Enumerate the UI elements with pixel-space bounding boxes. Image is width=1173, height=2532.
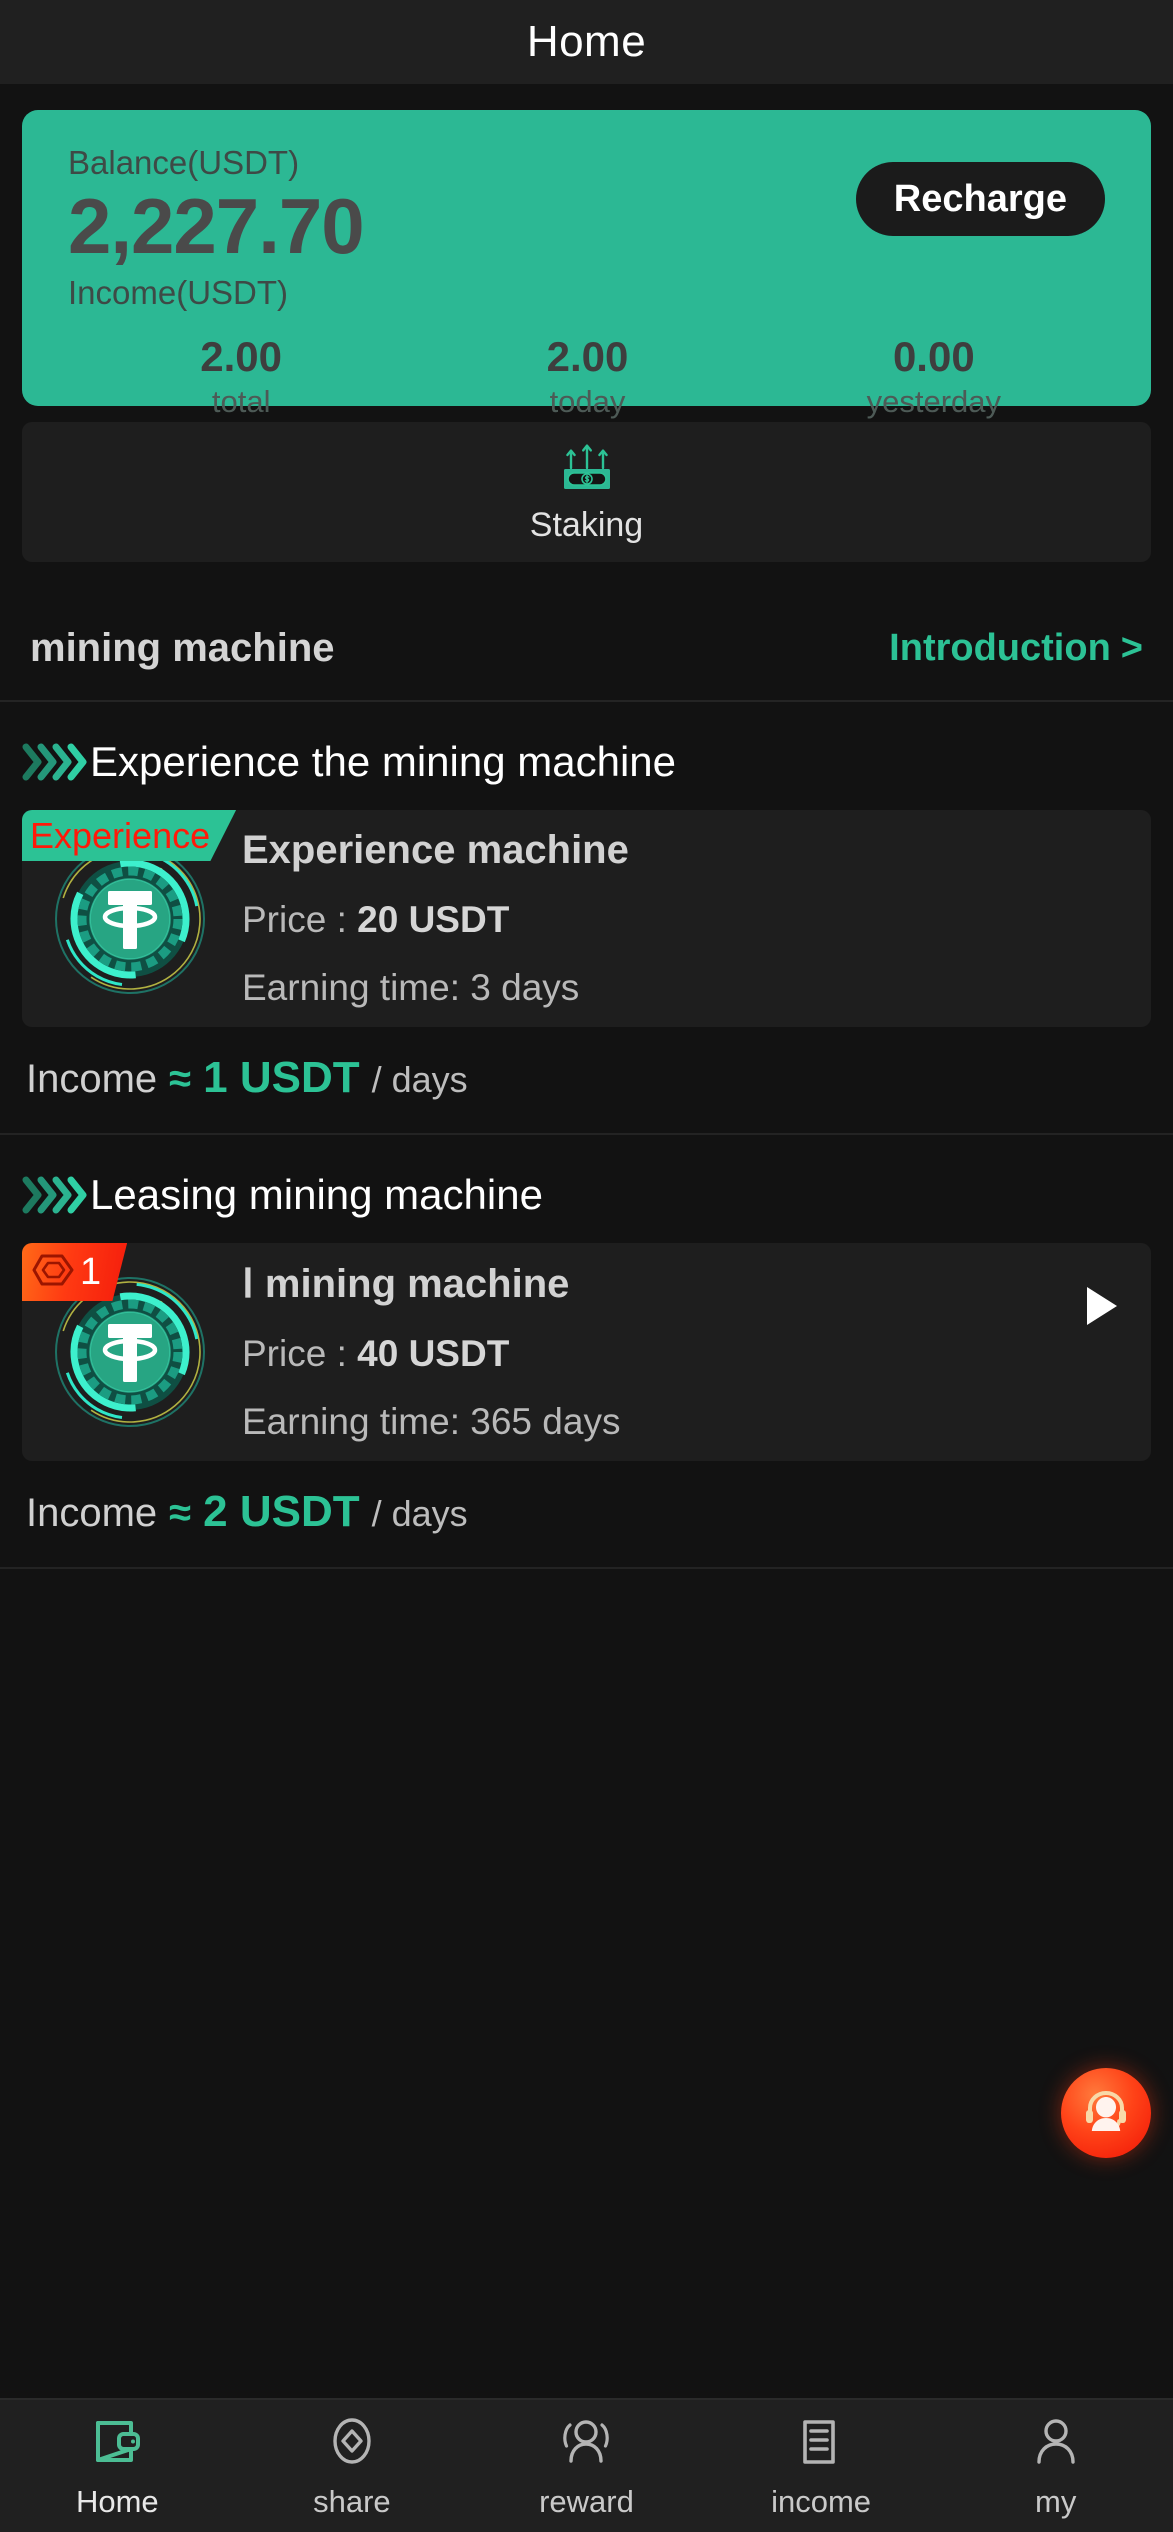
nav-item-reward[interactable]: reward (469, 2413, 704, 2520)
machine-info: Experience machine Price : 20 USDT Earni… (232, 828, 1131, 1009)
price-value: 20 USDT (357, 899, 510, 940)
income-estimate-experience: Income ≈ 1 USDT / days (0, 1027, 1173, 1133)
balance-card: Balance(USDT) 2,227.70 Income(USDT) Rech… (22, 110, 1151, 419)
income-stat-today: 2.00 today (414, 332, 760, 420)
price-label: Price : (242, 1333, 347, 1374)
price-value: 40 USDT (357, 1333, 510, 1374)
earning-time-value: 365 (470, 1401, 533, 1442)
mining-machine-section-header: mining machine Introduction > (0, 596, 1173, 702)
income-estimate-leasing: Income ≈ 2 USDT / days (0, 1461, 1173, 1567)
income-stat-label: yesterday (866, 384, 1002, 420)
page-title: Home (526, 17, 647, 66)
machine-earning-time: Earning time: 3 days (242, 967, 1131, 1009)
machine-info: Ⅰ mining machine Price : 40 USDT Earning… (232, 1261, 1131, 1443)
nav-item-share[interactable]: share (235, 2413, 470, 2520)
machine-title-text: Experience machine (242, 828, 629, 872)
income-suffix: / days (371, 1493, 468, 1534)
money-arrows-icon (560, 440, 614, 492)
income-value: 1 USDT (203, 1053, 360, 1102)
leasing-group: Leasing mining machine 1 Ⅰ mining machin… (0, 1135, 1173, 1569)
machine-price: Price : 20 USDT (242, 899, 1131, 941)
income-suffix: / days (371, 1059, 468, 1100)
diamond-icon (323, 2413, 381, 2476)
machine-card-leasing[interactable]: 1 Ⅰ mining machine Price: 40 USDT Earni… (22, 1243, 1151, 1461)
income-label: Income(USDT) (68, 273, 289, 311)
income-stat-value: 2.00 (200, 332, 283, 380)
list-icon (792, 2413, 850, 2476)
machine-earning-time: Earning time: 365 days (242, 1401, 1131, 1443)
recharge-button[interactable]: Recharge (855, 162, 1105, 236)
staking-section: Staking (0, 406, 1173, 562)
chevrons-icon (22, 739, 88, 785)
earning-time-unit: days (542, 1401, 621, 1442)
nav-item-my[interactable]: my (938, 2413, 1173, 2520)
group-title-text: Experience the mining machine (90, 738, 676, 785)
nav-item-income[interactable]: income (704, 2413, 939, 2520)
headset-agent-icon (1078, 2083, 1134, 2144)
app-header: Home (0, 0, 1173, 84)
machine-title-text: Ⅰ mining machine (242, 1262, 570, 1306)
person-icon (1027, 2413, 1085, 2476)
earning-time-unit: days (501, 967, 580, 1008)
earning-time-value: 3 (470, 967, 491, 1008)
customer-support-button[interactable] (1061, 2068, 1151, 2158)
experience-group: Experience the mining machine Experience (0, 702, 1173, 1135)
group-title: Leasing mining machine (0, 1171, 1173, 1219)
group-title: Experience the mining machine (0, 738, 1173, 786)
earning-time-label: Earning time: (242, 1401, 460, 1442)
chevrons-icon (22, 1172, 88, 1218)
bottom-navigation: Home share reward income my (0, 2398, 1173, 2532)
earning-time-label: Earning time: (242, 967, 460, 1008)
income-prefix: Income (26, 1491, 158, 1535)
chevron-right-icon: > (1120, 626, 1143, 669)
income-stat-label: total (211, 384, 271, 420)
group-title-text: Leasing mining machine (90, 1171, 543, 1218)
income-prefix: Income (26, 1057, 158, 1101)
nav-label-income: income (771, 2483, 872, 2519)
section-title: mining machine (30, 625, 335, 670)
income-stat-value: 2.00 (546, 332, 629, 380)
introduction-link[interactable]: Introduction > (889, 627, 1143, 670)
gem-icon (32, 1253, 76, 1292)
wallet-icon (88, 2413, 146, 2476)
level-badge: 1 (22, 1243, 128, 1301)
price-label: Price : (242, 899, 347, 940)
nav-label-reward: reward (539, 2483, 634, 2519)
experience-badge: Experience (22, 810, 237, 861)
machine-card-experience[interactable]: Experience Experience machine Price: 20… (22, 810, 1151, 1027)
scroll-body: Balance(USDT) 2,227.70 Income(USDT) Rech… (0, 84, 1173, 2398)
people-icon (557, 2413, 615, 2476)
machine-price: Price : 40 USDT (242, 1333, 1131, 1375)
balance-section: Balance(USDT) 2,227.70 Income(USDT) Rech… (0, 84, 1173, 419)
approx-icon: ≈ (169, 1491, 192, 1535)
play-arrow-icon[interactable] (1087, 1287, 1117, 1325)
nav-item-home[interactable]: Home (0, 2413, 235, 2520)
nav-label-share: share (313, 2483, 391, 2519)
income-stats-row: 2.00 total 2.00 today 0.00 yesterday (68, 332, 1117, 420)
income-value: 2 USDT (203, 1487, 360, 1536)
staking-button[interactable]: Staking (22, 422, 1151, 562)
income-stat-total: 2.00 total (68, 332, 414, 420)
nav-label-my: my (1035, 2483, 1077, 2519)
machine-title: Ⅰ mining machine (242, 1261, 1131, 1307)
machine-title: Experience machine (242, 828, 1131, 873)
income-stat-yesterday: 0.00 yesterday (761, 332, 1107, 420)
income-stat-value: 0.00 (892, 332, 975, 380)
app-screen: Home Balance(USDT) 2,227.70 Income(USDT)… (0, 0, 1173, 2532)
approx-icon: ≈ (169, 1057, 192, 1101)
nav-label-home: Home (75, 2483, 159, 2519)
income-stat-label: today (549, 384, 626, 420)
introduction-label: Introduction (889, 626, 1111, 669)
level-badge-number: 1 (80, 1251, 102, 1293)
staking-label: Staking (529, 505, 644, 544)
